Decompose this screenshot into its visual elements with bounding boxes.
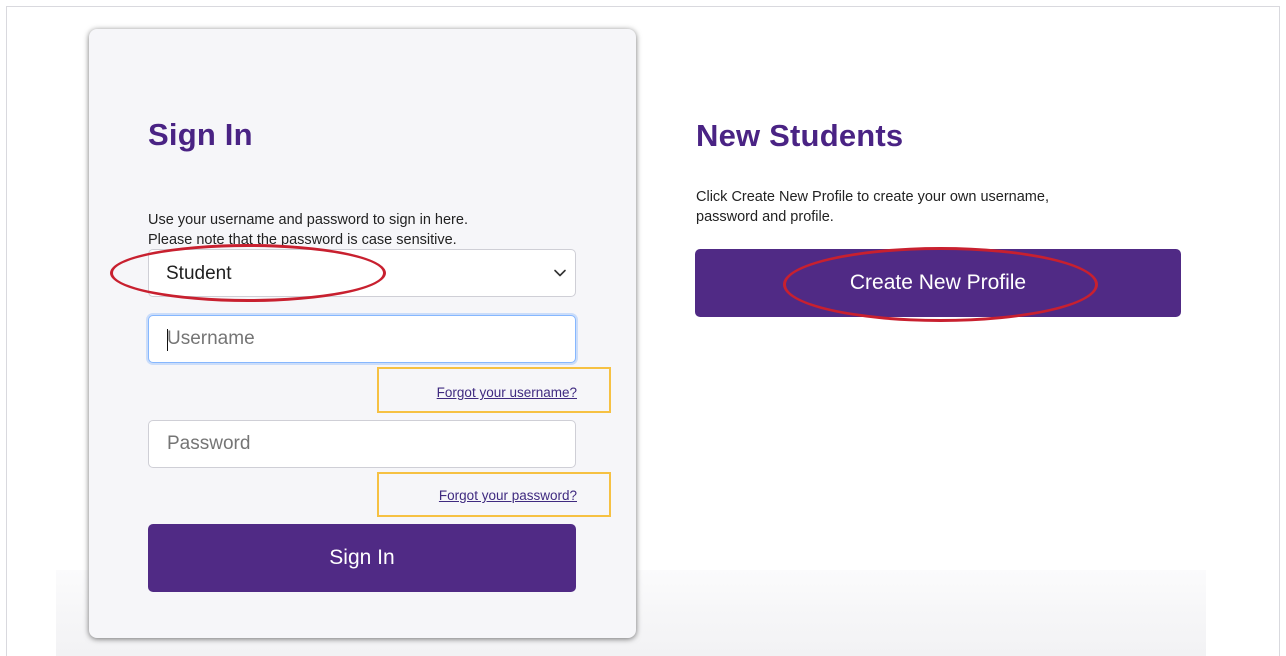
signin-description-line-2: Please note that the password is case se… — [148, 232, 457, 248]
new-students-description-line-1: Click Create New Profile to create your … — [696, 189, 1049, 205]
password-field[interactable] — [148, 420, 576, 468]
new-students-description-line-2: password and profile. — [696, 209, 834, 225]
signin-button[interactable]: Sign In — [148, 524, 576, 592]
username-input[interactable] — [149, 316, 575, 362]
username-field[interactable] — [148, 315, 576, 363]
signin-description: Use your username and password to sign i… — [148, 210, 568, 250]
text-caret — [167, 329, 168, 351]
signin-description-line-1: Use your username and password to sign i… — [148, 212, 468, 228]
new-students-description: Click Create New Profile to create your … — [696, 187, 1166, 227]
role-select-value: Student — [166, 263, 232, 284]
role-select[interactable]: Student — [148, 249, 576, 297]
chevron-down-icon — [554, 269, 566, 277]
forgot-password-highlight — [377, 472, 611, 517]
forgot-username-highlight — [377, 367, 611, 413]
new-students-title: New Students — [696, 118, 904, 153]
create-new-profile-button[interactable]: Create New Profile — [695, 249, 1181, 317]
signin-card: Sign In Use your username and password t… — [89, 29, 636, 638]
password-input[interactable] — [149, 421, 575, 467]
signin-title: Sign In — [148, 117, 253, 152]
